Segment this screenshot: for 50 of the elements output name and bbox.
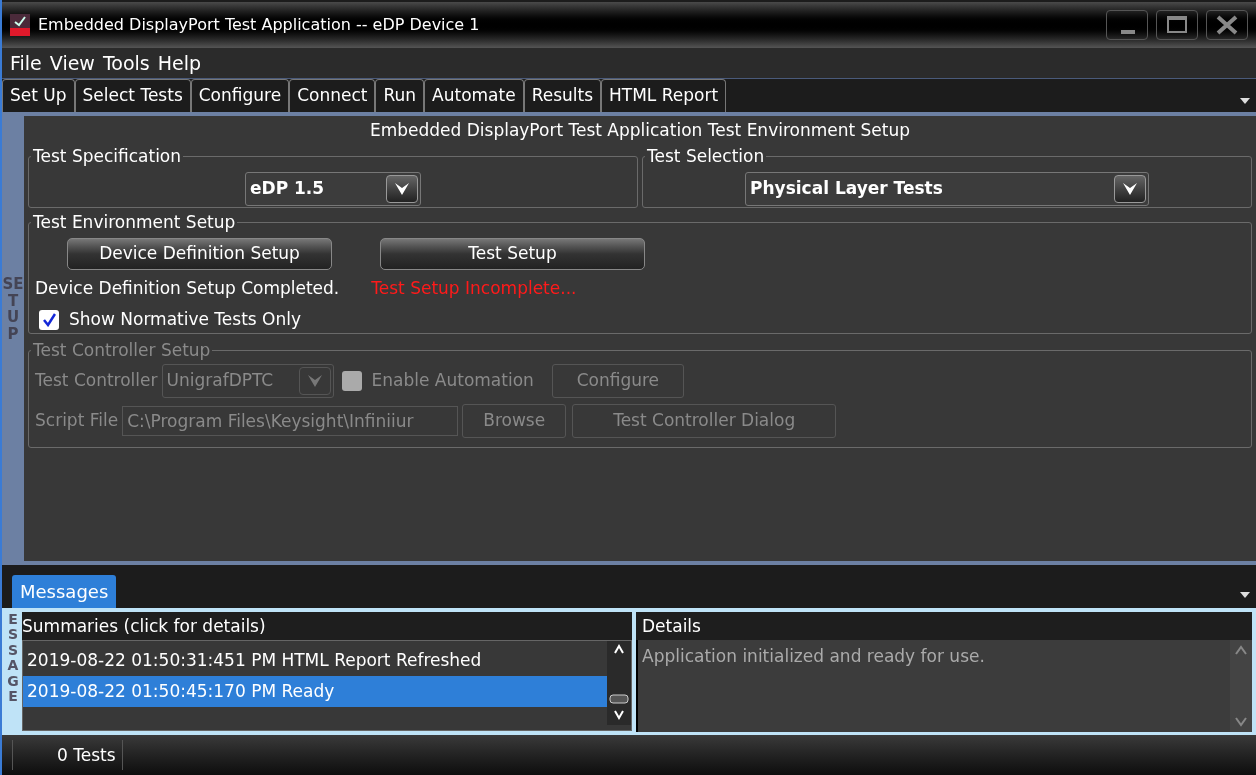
status-text: Device Definition Setup Completed. [35, 276, 340, 300]
status-bar-text: 0 Tests [12, 740, 123, 770]
maximize-icon [1167, 16, 1187, 33]
column-header: Summaries (click for details) [22, 615, 267, 638]
side-tab-label[interactable]: ESSAGE [4, 612, 22, 731]
group-label: Test Selection [646, 145, 766, 168]
checkbox-label: Enable Automation [371, 368, 534, 392]
minimize-icon [1121, 30, 1135, 34]
status-text: Test Setup Incomplete... [371, 276, 577, 300]
tab[interactable]: Configure [190, 79, 290, 112]
dropdown[interactable]: eDP 1.5 [245, 171, 421, 206]
tab[interactable]: Connect [289, 79, 376, 112]
menu-item[interactable]: Help [153, 48, 206, 78]
field-label: Script File [35, 408, 119, 432]
dropdown-arrow-icon[interactable] [1240, 98, 1250, 104]
chevron-down-icon [298, 366, 331, 395]
checkbox-label: Show Normative Tests Only [69, 308, 302, 331]
menu-item[interactable]: File [6, 48, 46, 78]
window-title: Embedded DisplayPort Test Application -- eDP Device 1 [38, 14, 481, 36]
dropdown[interactable]: Physical Layer Tests [745, 171, 1149, 206]
checkbox[interactable] [39, 309, 59, 330]
close-button[interactable] [1206, 10, 1248, 40]
scrollbar[interactable] [1230, 640, 1252, 732]
field-label: Test Controller [35, 368, 158, 392]
app-icon [10, 14, 30, 36]
column-header: Details [641, 615, 702, 638]
tab[interactable]: Set Up [2, 79, 75, 112]
message-row[interactable]: 2019-08-22 01:50:45:170 PM Ready [23, 676, 607, 707]
chevron-down-icon [1114, 174, 1146, 203]
group-label: Test Environment Setup [32, 211, 237, 234]
minimize-button[interactable] [1106, 10, 1148, 40]
maximize-button[interactable] [1156, 10, 1198, 40]
message-row[interactable]: 2019-08-22 01:50:31:451 PM HTML Report Refreshed [23, 645, 607, 676]
tab[interactable]: HTML Report [601, 79, 727, 112]
details-text: Application initialized and ready for use. [641, 645, 986, 668]
setup-button[interactable]: Device Definition Setup [67, 237, 332, 270]
messages-tab[interactable]: Messages [12, 575, 117, 608]
chevron-down-icon [386, 174, 418, 203]
menu-item[interactable]: View [45, 48, 99, 78]
tab[interactable]: Run [375, 79, 425, 112]
tab[interactable]: Automate [424, 79, 524, 112]
group-label: Test Specification [32, 145, 183, 168]
group-label: Test Controller Setup [32, 339, 212, 362]
menu-item[interactable]: Tools [98, 48, 154, 78]
dropdown-arrow-icon[interactable] [1240, 592, 1250, 598]
setup-button[interactable]: Test Setup [380, 237, 645, 270]
close-icon [1216, 15, 1238, 35]
tab[interactable]: Results [523, 79, 602, 112]
panel-heading: Embedded DisplayPort Test Application Test Environment Setup [368, 119, 912, 142]
tab[interactable]: Select Tests [74, 79, 191, 112]
